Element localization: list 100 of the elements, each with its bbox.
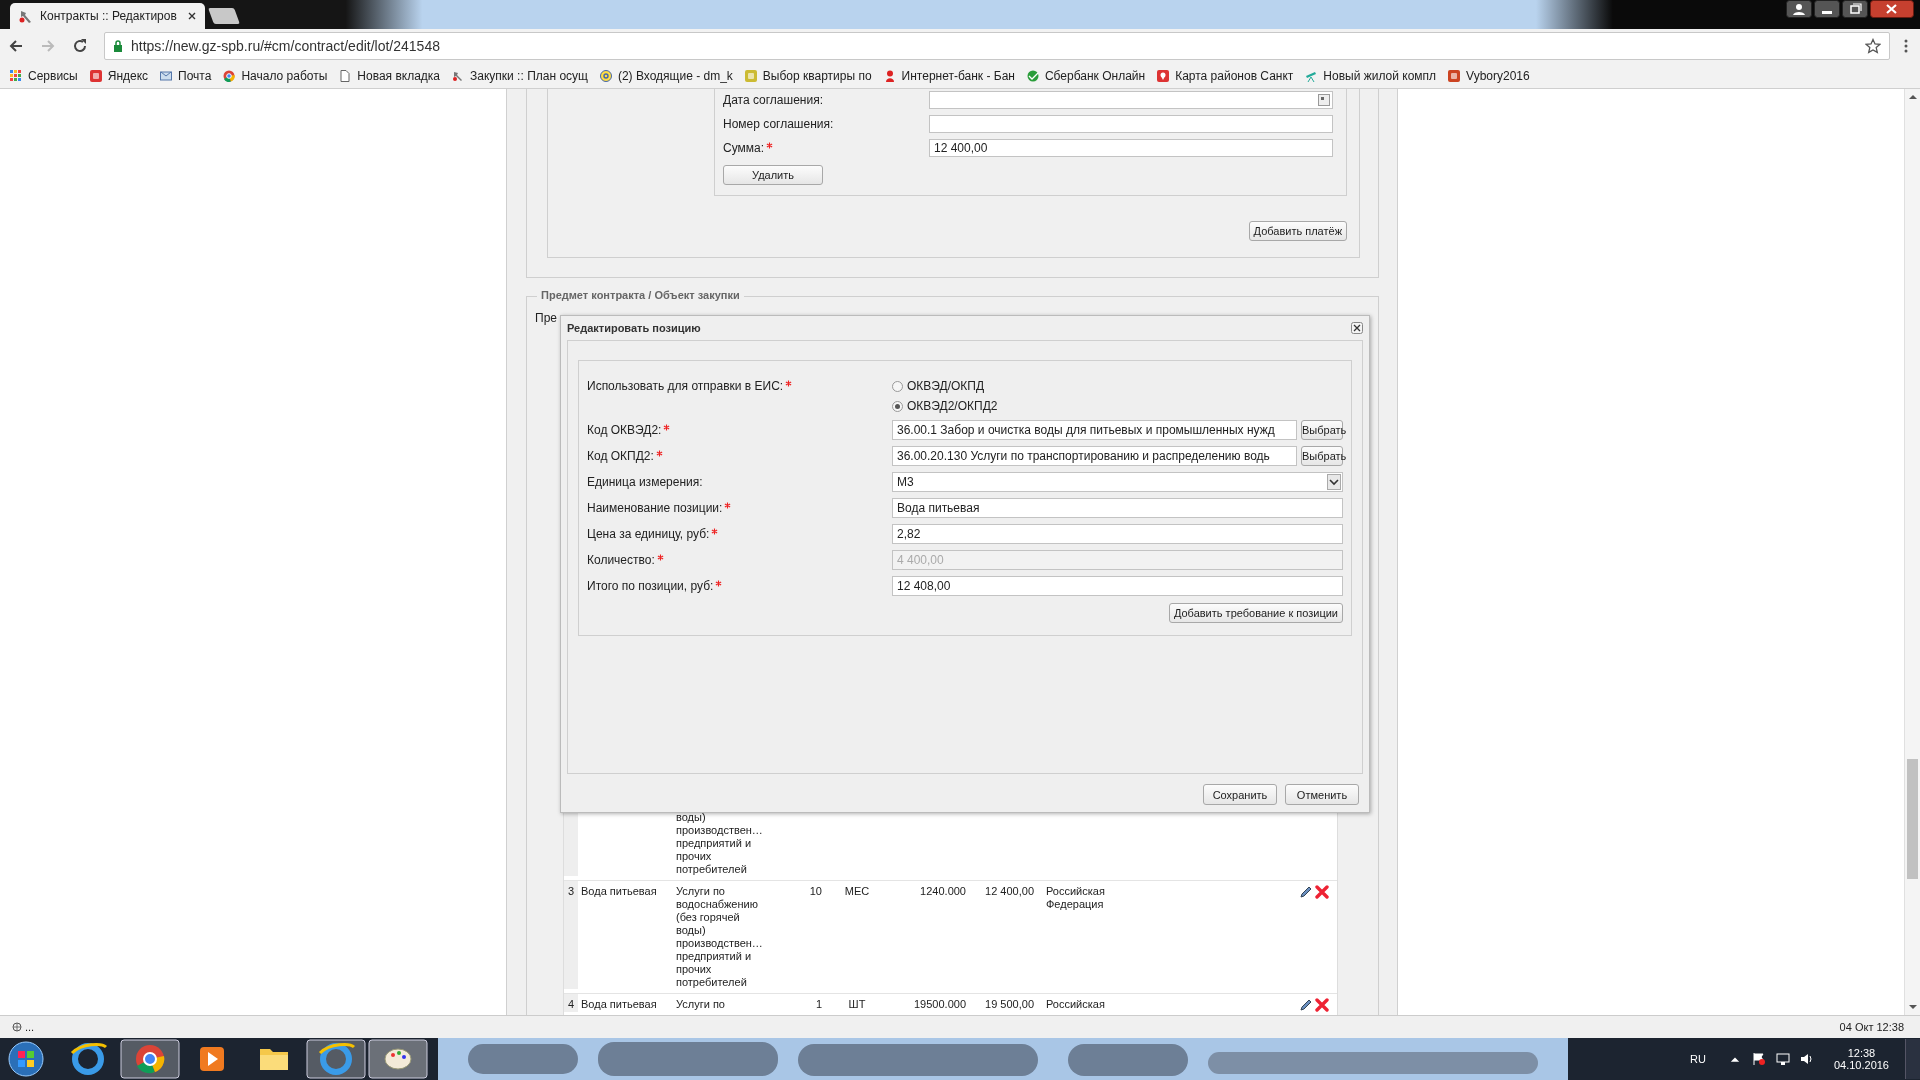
start-button[interactable] [6, 1039, 46, 1079]
pencil-icon[interactable] [1299, 998, 1313, 1012]
bookmark[interactable]: Сбербанк Онлайн [1026, 68, 1146, 83]
status-text: ... [12, 1021, 35, 1033]
star-icon[interactable] [1865, 38, 1881, 54]
field-label: Пре [535, 311, 557, 325]
dialog-button[interactable]: Сохранить [1203, 784, 1277, 805]
field-label: Использовать для отправки в ЕИС: [587, 379, 784, 393]
reload-icon[interactable] [72, 38, 88, 54]
input-field[interactable]: 12 400,00 [929, 139, 1333, 157]
table-cell-text: Российская [1045, 997, 1106, 1012]
user-icon[interactable] [1786, 0, 1812, 18]
lock-icon [113, 40, 123, 52]
table-cell-text: 19500.000 [913, 997, 967, 1012]
radio-option[interactable]: ОКВЭД2/ОКПД2 [892, 399, 998, 413]
input-field[interactable]: 36.00.20.130 Услуги по транспортированию и распределению водь [892, 446, 1297, 466]
field-label: Дата соглашения: [723, 93, 823, 107]
chrome-icon[interactable] [120, 1039, 180, 1079]
scrollbar[interactable] [1904, 89, 1920, 1015]
bookmark[interactable]: Выбор квартиры по [744, 68, 872, 83]
bookmark[interactable]: Начало работы [223, 68, 328, 83]
bookmark[interactable]: Карта районов Санкт [1157, 68, 1294, 83]
globe-icon [12, 1022, 22, 1032]
back-icon[interactable] [8, 38, 24, 54]
site-icon [89, 69, 102, 82]
dialog-button[interactable]: Отменить [1285, 784, 1359, 805]
map-pin-icon [1157, 69, 1170, 82]
bookmark[interactable]: Новая вкладка [339, 68, 441, 83]
chrome-icon [223, 69, 236, 82]
table-cell-text: МЕС [843, 884, 871, 899]
calendar-icon[interactable] [1318, 94, 1330, 106]
menu-icon[interactable] [1904, 38, 1908, 54]
person-icon [883, 69, 896, 82]
table-cell-text: 19 500,00 [984, 997, 1035, 1012]
clock[interactable]: 12:38 04.10.2016 [1833, 1047, 1889, 1071]
tab-title: Контракты :: Редактиров [40, 9, 178, 23]
browser-tab[interactable]: Контракты :: Редактиров [10, 3, 205, 29]
input-field[interactable]: 2,82 [892, 524, 1343, 544]
minimize-icon[interactable] [1814, 0, 1840, 18]
pencil-icon[interactable] [1299, 885, 1313, 899]
add-requirement-button[interactable]: Добавить требование к позиции [1168, 603, 1343, 623]
bookmark[interactable]: Почта [160, 68, 212, 83]
new-tab-button[interactable] [208, 8, 240, 24]
table-cell-text: 10 [808, 884, 822, 899]
bookmark[interactable]: Интернет-банк - Бан [883, 68, 1015, 83]
scroll-thumb[interactable] [1907, 759, 1918, 879]
table-cell-text: Услуги по водоснабжению (без горячей воды) производствен… предприятий и прочих потребителей [676, 884, 764, 989]
field-label: Цена за единицу, руб: [587, 527, 710, 541]
field-label: Количество: [587, 553, 655, 567]
palette-icon[interactable] [368, 1039, 428, 1079]
radio-option[interactable]: ОКВЭД/ОКПД [892, 379, 985, 393]
scroll-up-icon[interactable] [1907, 93, 1918, 101]
bookmark[interactable]: Закупки :: План осущ [452, 68, 588, 83]
bookmark[interactable]: (2) Входящие - dm_k [599, 68, 733, 83]
table-cell-text: Вода питьевая [580, 884, 658, 899]
site-icon [744, 69, 757, 82]
flag-icon[interactable] [1751, 1052, 1766, 1066]
speaker-icon[interactable] [1799, 1052, 1814, 1066]
close-icon[interactable] [1870, 0, 1914, 18]
input-field[interactable]: 12 408,00 [892, 576, 1343, 596]
input-field[interactable] [929, 115, 1333, 133]
bookmark[interactable]: Новый жилой компл [1305, 68, 1437, 83]
hammer-icon [18, 8, 34, 24]
field-label: Единица измерения: [587, 475, 703, 489]
table-cell-text: 12 400,00 [984, 884, 1035, 899]
table-cell-text: ШТ [847, 997, 867, 1012]
input-field[interactable]: Вода питьевая [892, 498, 1343, 518]
add-payment-button[interactable]: Добавить платёж [1248, 221, 1347, 241]
table-cell-text: 1240.000 [919, 884, 967, 899]
leaf-icon [1026, 69, 1039, 82]
close-icon[interactable] [187, 11, 197, 21]
field-label: Код ОКПД2: [587, 449, 654, 463]
caret-icon [1327, 474, 1341, 490]
language-indicator[interactable]: RU [1690, 1053, 1706, 1065]
network-icon[interactable] [1775, 1052, 1790, 1066]
bookmark[interactable]: Яндекс [89, 68, 149, 83]
delete-button[interactable]: Удалить [723, 165, 823, 185]
close-icon[interactable] [1351, 322, 1363, 334]
hammer-icon [452, 69, 465, 82]
dropdown[interactable]: М3 [892, 472, 1343, 492]
telescope-icon [1305, 69, 1318, 82]
dialog-title: Редактировать позицию [567, 322, 701, 334]
envelope-icon [160, 69, 173, 82]
bookmark[interactable]: Vybory2016 [1448, 68, 1530, 83]
delete-icon[interactable] [1315, 998, 1329, 1012]
site-icon [1448, 69, 1461, 82]
field-label: Итого по позиции, руб: [587, 579, 714, 593]
scroll-down-icon[interactable] [1907, 1003, 1918, 1011]
delete-icon[interactable] [1315, 885, 1329, 899]
bookmark[interactable]: Сервисы [10, 68, 78, 83]
table-cell-text: Услуги по [676, 997, 726, 1012]
row-number: 4 [564, 994, 578, 1012]
date-field[interactable] [929, 91, 1333, 109]
input-field[interactable]: 36.00.1 Забор и очистка воды для питьевых и промышленных нужд [892, 420, 1297, 440]
table-cell-text: Вода питьевая [580, 997, 658, 1012]
field-label: Код ОКВЭД2: [587, 423, 662, 437]
restore-icon[interactable] [1842, 0, 1868, 18]
table-cell-text: воды) производствен… предприятий и прочих потребителей [676, 811, 764, 876]
apps-grid-icon [10, 69, 22, 82]
address-field[interactable]: https://new.gz-spb.ru/#cm/contract/edit/lot/241548 [104, 32, 1890, 60]
